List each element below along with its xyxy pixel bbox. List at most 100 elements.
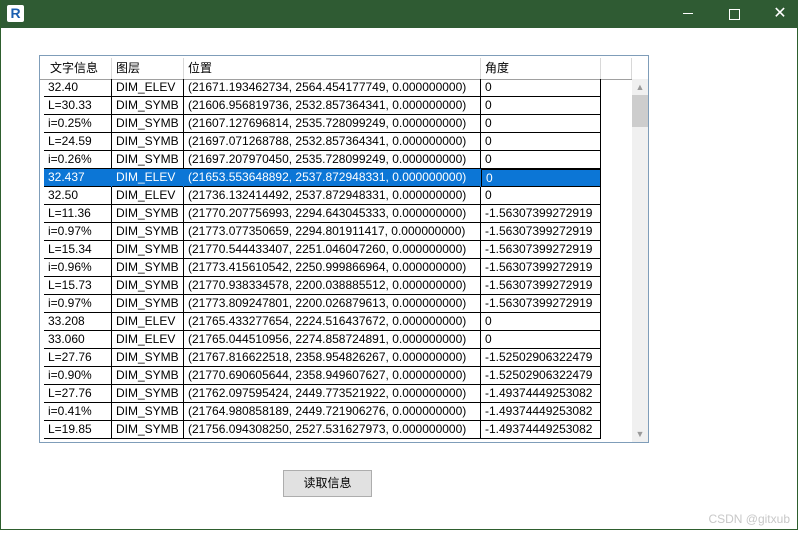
cell-layer[interactable]: DIM_SYMB [112, 241, 184, 259]
table-row[interactable]: L=11.36 DIM_SYMB (21770.207756993, 2294.64… [44, 205, 601, 223]
cell-angle[interactable]: -1.52502906322479 [481, 349, 601, 367]
table-row[interactable]: L=15.73 DIM_SYMB (21770.938334578, 2200.03… [44, 277, 601, 295]
cell-angle[interactable]: 0 [481, 133, 601, 151]
table-row[interactable]: L=27.76 DIM_SYMB (21767.816622518, 2358.95… [44, 349, 601, 367]
cell-layer[interactable]: DIM_SYMB [112, 223, 184, 241]
cell-position[interactable]: (21770.544433407, 2251.046047260, 0.0000… [184, 241, 481, 259]
table-row[interactable]: 33.208 DIM_ELEV (21765.433277654, 2224.516… [44, 313, 601, 331]
cell-angle[interactable]: -1.56307399272919 [481, 295, 601, 313]
cell-position[interactable]: (21773.415610542, 2250.999866964, 0.0000… [184, 259, 481, 277]
cell-layer[interactable]: DIM_SYMB [112, 151, 184, 169]
cell-position[interactable]: (21762.097595424, 2449.773521922, 0.0000… [184, 385, 481, 403]
cell-text[interactable]: i=0.90% [44, 367, 112, 385]
cell-position[interactable]: (21767.816622518, 2358.954826267, 0.0000… [184, 349, 481, 367]
table-row[interactable]: i=0.41% DIM_SYMB (21764.980858189, 2449.72… [44, 403, 601, 421]
cell-position[interactable]: (21606.956819736, 2532.857364341, 0.0000… [184, 97, 481, 115]
cell-angle[interactable]: 0 [481, 79, 601, 97]
column-header-layer[interactable]: 图层 [112, 58, 184, 79]
minimize-button[interactable] [665, 0, 711, 28]
table-row[interactable]: L=15.34 DIM_SYMB (21770.544433407, 2251.04… [44, 241, 601, 259]
cell-layer[interactable]: DIM_ELEV [112, 331, 184, 349]
cell-angle[interactable]: -1.56307399272919 [481, 277, 601, 295]
cell-angle[interactable]: 0 [481, 151, 601, 169]
cell-angle[interactable]: 0 [481, 97, 601, 115]
cell-layer[interactable]: DIM_SYMB [112, 133, 184, 151]
table-row[interactable]: 32.50 DIM_ELEV (21736.132414492, 2537.8729… [44, 187, 601, 205]
cell-text[interactable]: i=0.25% [44, 115, 112, 133]
cell-text[interactable]: L=11.36 [44, 205, 112, 223]
column-header-text[interactable]: 文字信息 [40, 58, 112, 79]
cell-layer[interactable]: DIM_SYMB [112, 349, 184, 367]
cell-text[interactable]: L=27.76 [44, 385, 112, 403]
cell-angle[interactable]: -1.56307399272919 [481, 223, 601, 241]
cell-layer[interactable]: DIM_SYMB [112, 385, 184, 403]
close-button[interactable]: ✕ [757, 0, 798, 28]
scroll-down-icon[interactable]: ▼ [632, 426, 648, 442]
cell-text[interactable]: L=30.33 [44, 97, 112, 115]
cell-angle[interactable]: 0 [481, 169, 601, 187]
cell-position[interactable]: (21770.938334578, 2200.038885512, 0.0000… [184, 277, 481, 295]
column-header-angle[interactable]: 角度 [481, 58, 601, 79]
cell-position[interactable]: (21756.094308250, 2527.531627973, 0.0000… [184, 421, 481, 439]
cell-layer[interactable]: DIM_SYMB [112, 259, 184, 277]
read-info-button[interactable]: 读取信息 [283, 470, 372, 497]
cell-layer[interactable]: DIM_SYMB [112, 367, 184, 385]
table-row[interactable]: L=27.76 DIM_SYMB (21762.097595424, 2449.77… [44, 385, 601, 403]
table-row[interactable]: L=19.85 DIM_SYMB (21756.094308250, 2527.53… [44, 421, 601, 439]
cell-layer[interactable]: DIM_SYMB [112, 97, 184, 115]
cell-position[interactable]: (21697.071268788, 2532.857364341, 0.0000… [184, 133, 481, 151]
table-row[interactable]: 32.40 DIM_ELEV (21671.193462734, 2564.4541… [44, 79, 601, 97]
cell-layer[interactable]: DIM_SYMB [112, 277, 184, 295]
cell-text[interactable]: 32.40 [44, 79, 112, 97]
cell-layer[interactable]: DIM_ELEV [112, 187, 184, 205]
cell-position[interactable]: (21764.980858189, 2449.721906276, 0.0000… [184, 403, 481, 421]
title-bar[interactable]: R ✕ [1, 0, 798, 28]
cell-layer[interactable]: DIM_ELEV [112, 313, 184, 331]
cell-text[interactable]: L=24.59 [44, 133, 112, 151]
cell-position[interactable]: (21765.433277654, 2224.516437672, 0.0000… [184, 313, 481, 331]
scroll-up-icon[interactable]: ▲ [632, 79, 648, 95]
cell-position[interactable]: (21736.132414492, 2537.872948331, 0.0000… [184, 187, 481, 205]
cell-text[interactable]: 32.437 [44, 169, 112, 187]
scroll-thumb[interactable] [632, 95, 648, 127]
column-header-position[interactable]: 位置 [184, 58, 481, 79]
cell-position[interactable]: (21607.127696814, 2535.728099249, 0.0000… [184, 115, 481, 133]
table-row[interactable]: i=0.97% DIM_SYMB (21773.077350659, 2294.80… [44, 223, 601, 241]
cell-position[interactable]: (21671.193462734, 2564.454177749, 0.0000… [184, 79, 481, 97]
table-row[interactable]: i=0.97% DIM_SYMB (21773.809247801, 2200.02… [44, 295, 601, 313]
table-row[interactable]: i=0.90% DIM_SYMB (21770.690605644, 2358.94… [44, 367, 601, 385]
cell-text[interactable]: L=15.34 [44, 241, 112, 259]
cell-text[interactable]: i=0.96% [44, 259, 112, 277]
cell-position[interactable]: (21697.207970450, 2535.728099249, 0.0000… [184, 151, 481, 169]
cell-angle[interactable]: -1.56307399272919 [481, 205, 601, 223]
table-row[interactable]: L=24.59 DIM_SYMB (21697.071268788, 2532.85… [44, 133, 601, 151]
cell-angle[interactable]: -1.56307399272919 [481, 259, 601, 277]
cell-text[interactable]: i=0.41% [44, 403, 112, 421]
cell-angle[interactable]: -1.52502906322479 [481, 367, 601, 385]
table-row[interactable]: 33.060 DIM_ELEV (21765.044510956, 2274.858… [44, 331, 601, 349]
cell-angle[interactable]: -1.49374449253082 [481, 403, 601, 421]
cell-layer[interactable]: DIM_SYMB [112, 403, 184, 421]
cell-angle[interactable]: -1.49374449253082 [481, 385, 601, 403]
cell-text[interactable]: 33.060 [44, 331, 112, 349]
cell-position[interactable]: (21653.553648892, 2537.872948331, 0.0000… [184, 169, 481, 187]
table-row[interactable]: L=30.33 DIM_SYMB (21606.956819736, 2532.85… [44, 97, 601, 115]
table-row[interactable]: i=0.26% DIM_SYMB (21697.207970450, 2535.72… [44, 151, 601, 169]
table-row[interactable]: 32.437 DIM_ELEV (21653.553648892, 2537.872… [44, 169, 601, 187]
cell-position[interactable]: (21773.809247801, 2200.026879613, 0.0000… [184, 295, 481, 313]
cell-text[interactable]: i=0.97% [44, 223, 112, 241]
cell-text[interactable]: i=0.26% [44, 151, 112, 169]
cell-layer[interactable]: DIM_ELEV [112, 79, 184, 97]
cell-layer[interactable]: DIM_SYMB [112, 205, 184, 223]
maximize-button[interactable] [711, 0, 757, 28]
cell-text[interactable]: L=15.73 [44, 277, 112, 295]
cell-angle[interactable]: 0 [481, 187, 601, 205]
cell-angle[interactable]: 0 [481, 313, 601, 331]
cell-text[interactable]: L=19.85 [44, 421, 112, 439]
cell-layer[interactable]: DIM_ELEV [112, 169, 184, 187]
table-row[interactable]: i=0.25% DIM_SYMB (21607.127696814, 2535.72… [44, 115, 601, 133]
cell-position[interactable]: (21765.044510956, 2274.858724891, 0.0000… [184, 331, 481, 349]
cell-angle[interactable]: -1.49374449253082 [481, 421, 601, 439]
cell-layer[interactable]: DIM_SYMB [112, 115, 184, 133]
vertical-scrollbar[interactable]: ▲ ▼ [632, 79, 648, 442]
